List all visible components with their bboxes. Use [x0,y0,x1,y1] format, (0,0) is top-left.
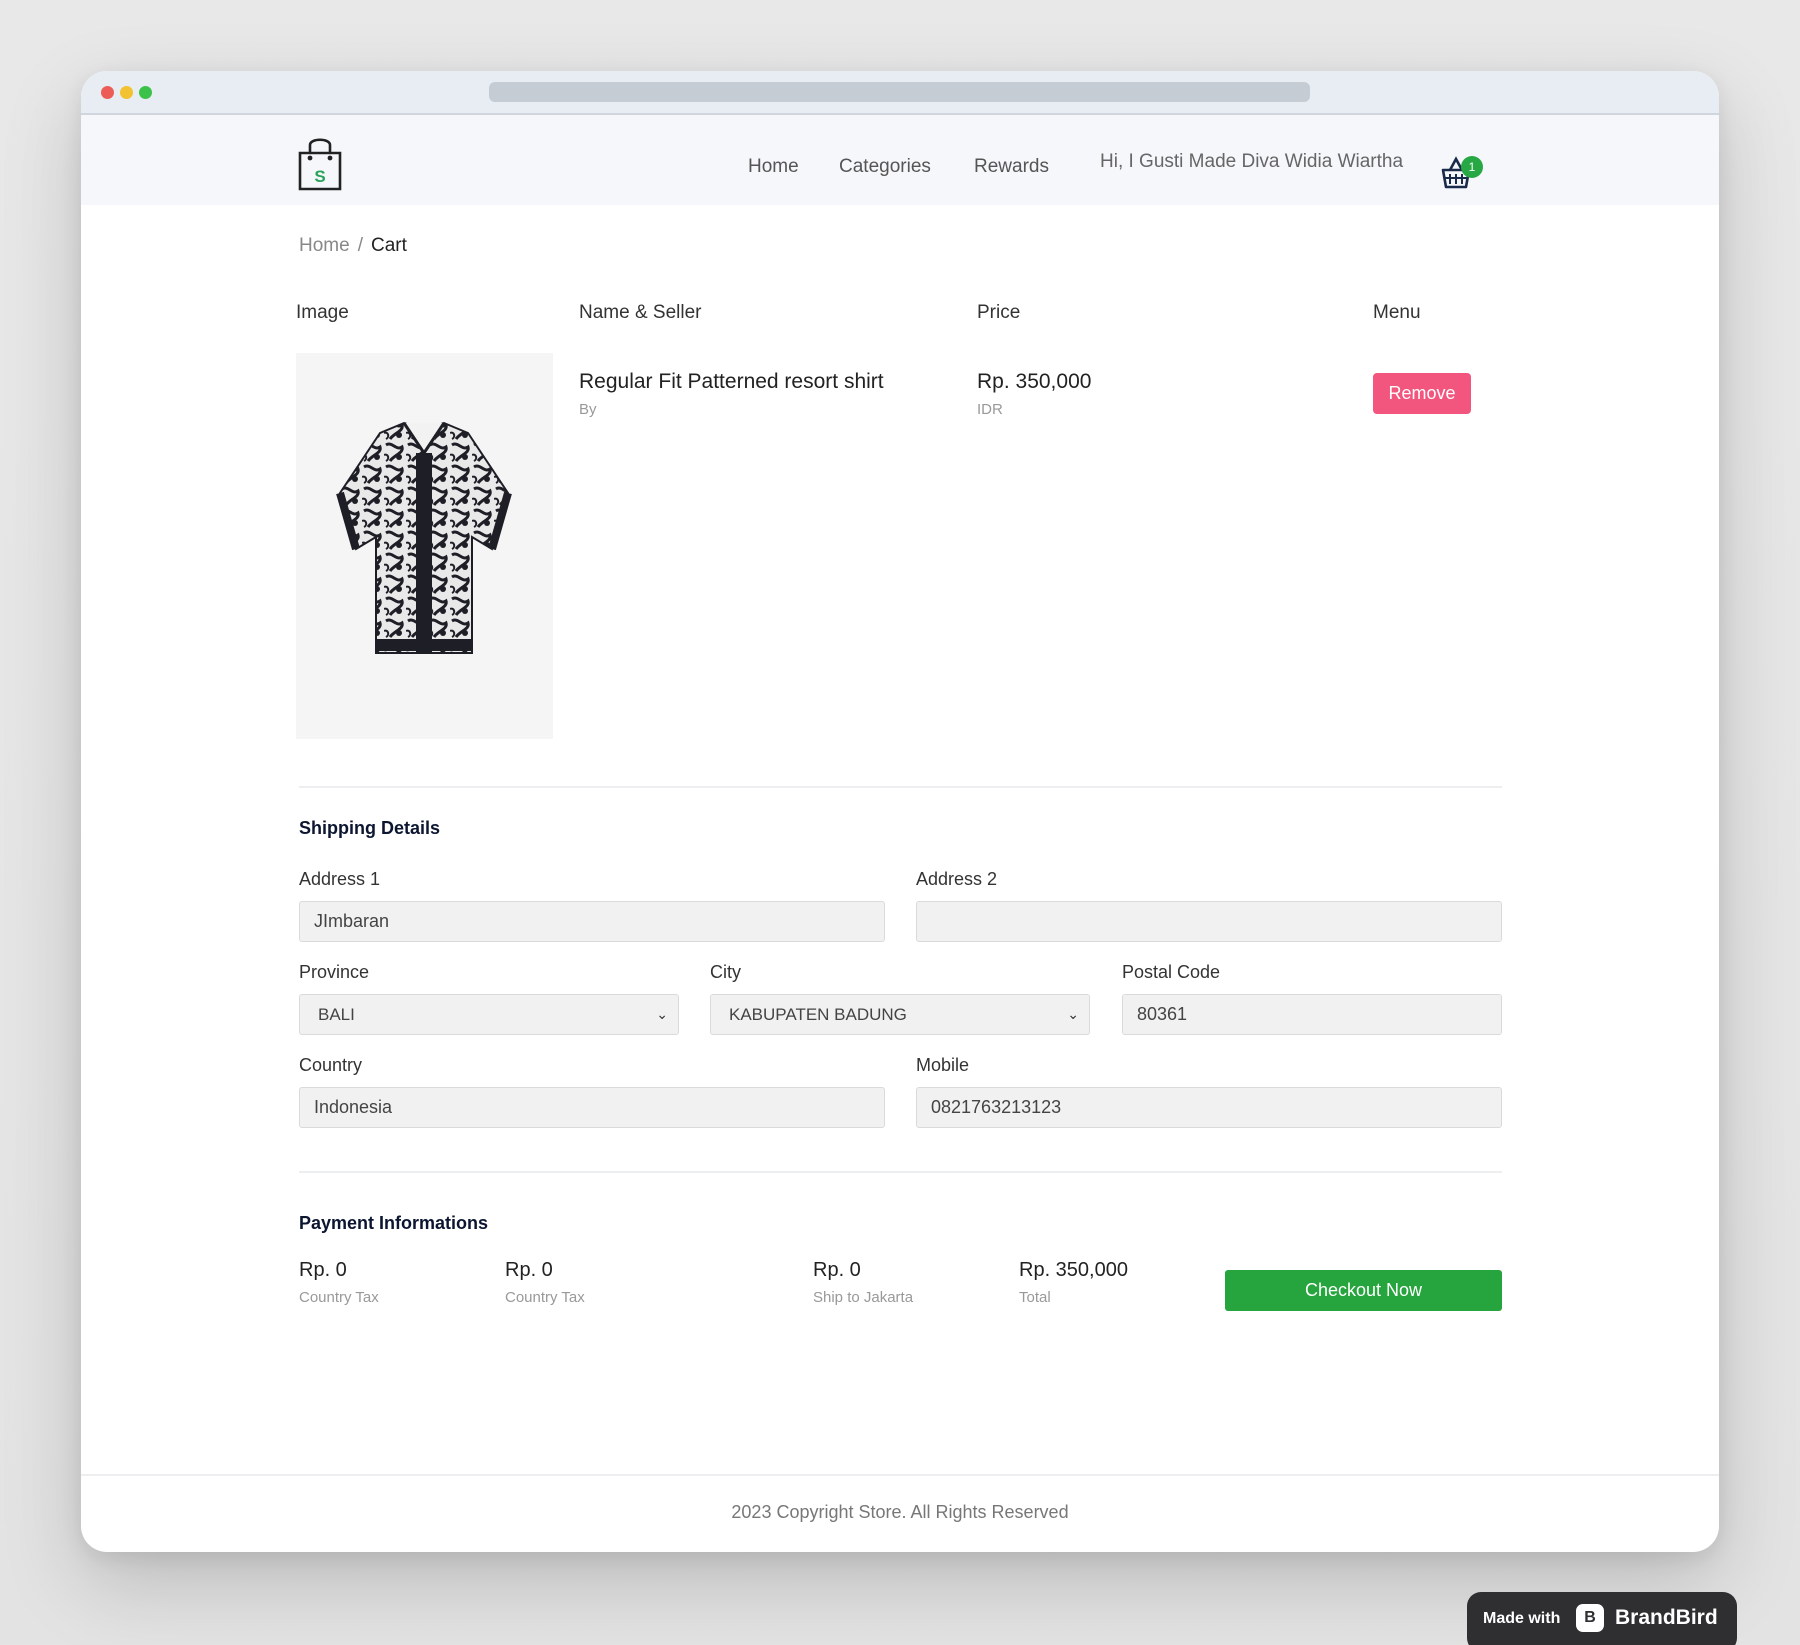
top-navbar: S Home Categories Rewards Hi, I Gusti Ma… [81,115,1719,205]
logo-letter: S [314,167,325,186]
breadcrumb-current: Cart [370,235,407,256]
section-divider [299,1171,1502,1173]
postal-code-input[interactable]: 80361 [1122,994,1502,1035]
total-label: Total [1019,1289,1051,1306]
total-amount: Rp. 350,000 [1019,1259,1128,1281]
browser-window: S Home Categories Rewards Hi, I Gusti Ma… [81,71,1719,1552]
country-tax-label: Country Tax [299,1289,379,1306]
country-label: Country [299,1055,363,1075]
shipping-label: Ship to Jakarta [813,1289,914,1306]
country-tax-label: Country Tax [505,1289,585,1306]
province-label: Province [299,962,370,982]
nav-link-home[interactable]: Home [748,156,799,178]
province-select[interactable]: BALI ⌄ [299,994,679,1035]
nav-link-categories[interactable]: Categories [839,156,931,178]
postal-code-label: Postal Code [1122,962,1221,982]
breadcrumb-separator: / [357,235,363,256]
nav-link-rewards[interactable]: Rewards [974,156,1049,178]
city-select[interactable]: KABUPATEN BADUNG ⌄ [710,994,1090,1035]
product-price: Rp. 350,000 [977,370,1092,393]
user-greeting[interactable]: Hi, I Gusti Made Diva Widia Wiartha [1100,151,1403,173]
made-with-brandbird-badge[interactable]: Made with B BrandBird [1467,1592,1737,1645]
column-header-image: Image [296,302,349,323]
minimize-window-dot[interactable] [120,86,133,99]
footer-copyright: 2023 Copyright Store. All Rights Reserve… [731,1502,1069,1522]
address2-label: Address 2 [916,869,998,889]
chevron-down-icon: ⌄ [656,1006,668,1022]
product-image [296,353,553,739]
shopping-bag-logo-icon[interactable]: S [297,135,343,191]
made-with-label: Made with [1483,1610,1561,1627]
column-header-price: Price [977,302,1021,323]
country-input[interactable]: Indonesia [299,1087,885,1128]
address1-input[interactable]: JImbaran [299,901,885,942]
breadcrumb-home[interactable]: Home [299,235,350,256]
province-selected-value: BALI [318,1005,355,1024]
product-name[interactable]: Regular Fit Patterned resort shirt [579,370,884,394]
section-divider [299,786,1502,788]
cart-count-badge: 1 [1461,156,1483,178]
address2-input[interactable] [916,901,1502,942]
product-currency: IDR [977,401,1003,418]
remove-item-button[interactable]: Remove [1373,373,1471,414]
chevron-down-icon: ⌄ [1067,1006,1079,1022]
address-bar[interactable] [489,82,1310,102]
column-header-menu: Menu [1373,302,1421,323]
window-titlebar [81,71,1719,115]
mobile-label: Mobile [916,1055,970,1075]
country-tax-amount: Rp. 0 [505,1259,553,1281]
mobile-input[interactable]: 0821763213123 [916,1087,1502,1128]
brandbird-logo-icon: B [1576,1604,1604,1632]
close-window-dot[interactable] [101,86,114,99]
brandbird-label: BrandBird [1615,1606,1718,1629]
product-seller: By [579,401,597,418]
column-header-name-seller: Name & Seller [579,302,702,323]
patterned-shirt-image [336,421,512,654]
maximize-window-dot[interactable] [139,86,152,99]
footer-divider [81,1474,1719,1476]
checkout-now-button[interactable]: Checkout Now [1225,1270,1502,1311]
city-selected-value: KABUPATEN BADUNG [729,1005,907,1024]
shipping-details-title: Shipping Details [299,818,441,838]
country-tax-amount: Rp. 0 [299,1259,347,1281]
address1-label: Address 1 [299,869,381,889]
breadcrumb: Home / Cart [299,235,407,257]
shipping-amount: Rp. 0 [813,1259,861,1281]
city-label: City [710,962,741,982]
payment-informations-title: Payment Informations [299,1213,489,1233]
